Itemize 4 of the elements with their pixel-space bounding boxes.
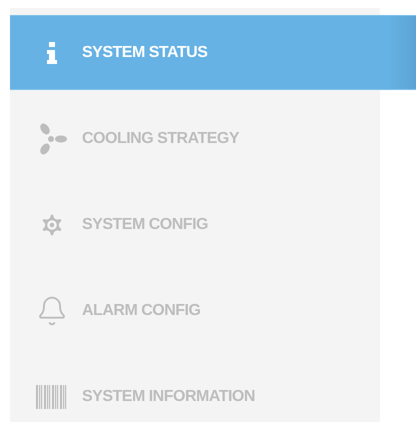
barcode-icon xyxy=(36,384,68,408)
info-icon xyxy=(46,42,58,64)
bell-icon xyxy=(36,294,68,326)
sidebar-item[interactable]: SYSTEM STATUS xyxy=(10,15,416,90)
